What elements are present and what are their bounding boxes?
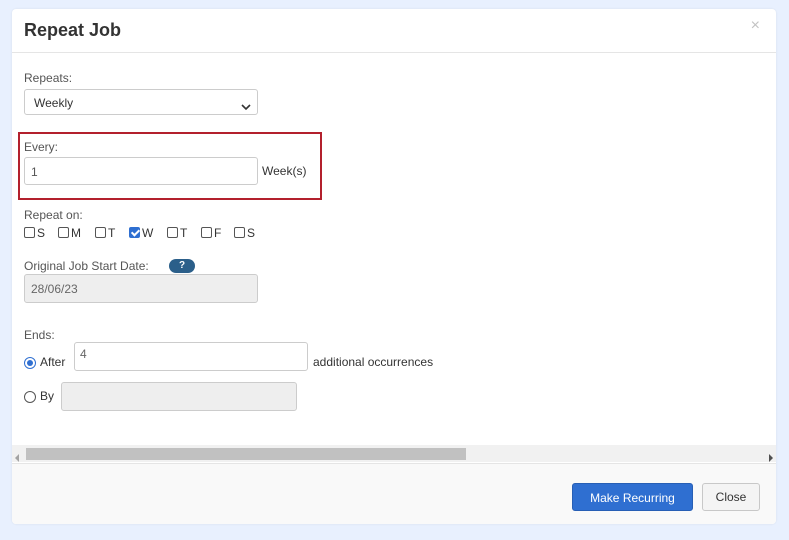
original-start-value: 28/06/23	[31, 282, 78, 296]
checkbox-icon	[58, 227, 69, 238]
ends-after-input[interactable]: 4	[74, 342, 308, 371]
ends-label: Ends:	[24, 328, 55, 342]
ends-by-label: By	[40, 389, 55, 403]
day-checkbox-monday[interactable]: M	[58, 226, 81, 240]
day-label: F	[214, 226, 222, 240]
every-unit-label: Week(s)	[262, 164, 307, 178]
horizontal-scrollbar[interactable]	[12, 445, 776, 462]
help-icon[interactable]: ?	[169, 259, 195, 273]
day-label: W	[142, 226, 154, 240]
day-label: S	[37, 226, 46, 240]
original-start-input: 28/06/23	[24, 274, 258, 303]
close-button[interactable]: Close	[702, 483, 760, 511]
day-checkbox-tuesday[interactable]: T	[95, 226, 115, 240]
checkbox-icon	[95, 227, 106, 238]
scrollbar-thumb[interactable]	[26, 448, 466, 460]
ends-after-label: After	[40, 355, 66, 369]
repeat-on-label: Repeat on:	[24, 208, 83, 222]
dialog-header: Repeat Job ×	[12, 9, 776, 53]
checkbox-icon	[24, 227, 35, 238]
every-input-value: 1	[31, 165, 38, 179]
day-checkbox-friday[interactable]: F	[201, 226, 221, 240]
checkbox-icon	[234, 227, 245, 238]
repeats-label: Repeats:	[24, 71, 73, 85]
ends-after-radio[interactable]	[24, 357, 36, 369]
make-recurring-button[interactable]: Make Recurring	[572, 483, 693, 511]
repeats-select-value: Weekly	[34, 96, 74, 110]
ends-by-radio[interactable]	[24, 391, 36, 403]
close-icon[interactable]: ×	[751, 17, 760, 35]
original-start-label: Original Job Start Date:	[24, 259, 149, 273]
repeat-job-dialog: Repeat Job × Repeats: Weekly Every: 1 We…	[12, 9, 776, 524]
dialog-footer: Make Recurring Close	[12, 463, 776, 524]
checkbox-checked-icon	[129, 227, 140, 238]
day-label: T	[180, 226, 188, 240]
ends-after-value: 4	[80, 347, 87, 361]
repeats-select[interactable]: Weekly	[24, 89, 258, 115]
checkbox-icon	[167, 227, 178, 238]
day-checkbox-wednesday[interactable]: W	[129, 226, 153, 240]
ends-after-suffix: additional occurrences	[313, 355, 434, 369]
every-label: Every:	[24, 140, 59, 154]
day-label: S	[247, 226, 256, 240]
day-label: T	[108, 226, 116, 240]
day-checkbox-thursday[interactable]: T	[167, 226, 187, 240]
ends-by-input	[61, 382, 297, 411]
day-label: M	[71, 226, 81, 240]
day-checkbox-saturday[interactable]: S	[234, 226, 255, 240]
checkbox-icon	[201, 227, 212, 238]
day-checkbox-sunday[interactable]: S	[24, 226, 45, 240]
every-input[interactable]: 1	[24, 157, 258, 185]
chevron-down-icon	[241, 98, 251, 116]
dialog-title: Repeat Job	[24, 20, 122, 40]
